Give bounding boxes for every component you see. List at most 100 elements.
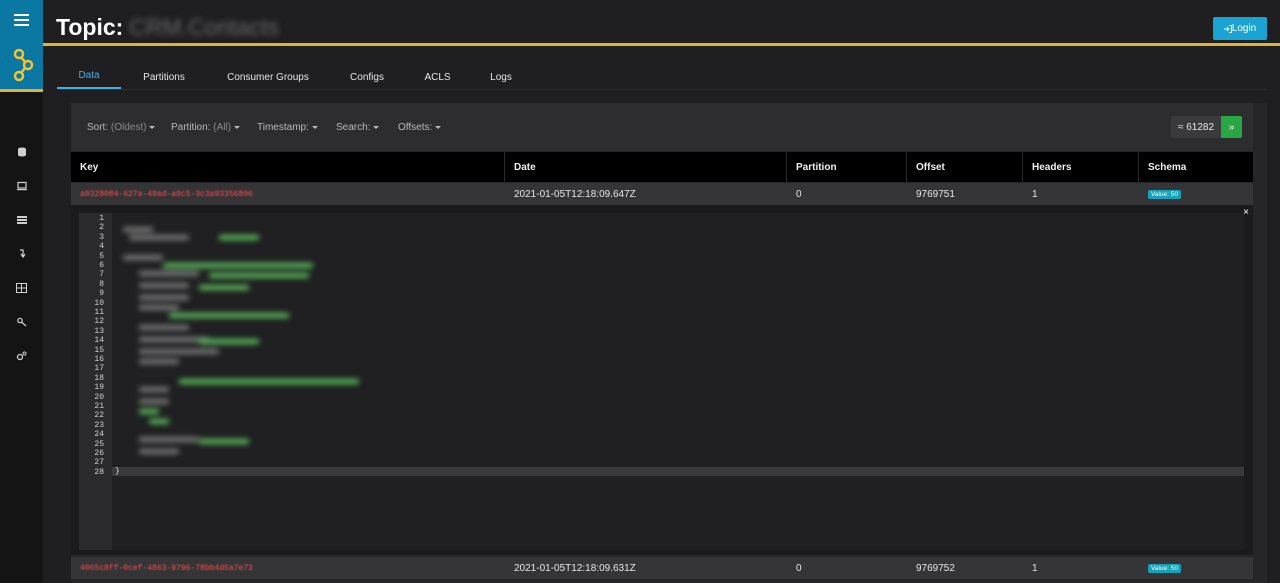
line-number: 17 xyxy=(94,364,104,374)
line-number-gutter: 1 2 3 4 5 6 7 8 9 10 11 12 13 14 15 16 17 18 19 20 21 22 23 24 2… xyxy=(79,213,112,550)
sort-value: (Oldest) xyxy=(110,122,147,133)
tabs-divider xyxy=(57,89,1267,90)
code-token xyxy=(219,235,259,240)
column-header-partition[interactable]: Partition xyxy=(787,152,907,182)
code-token xyxy=(139,387,169,392)
code-token xyxy=(139,449,179,454)
table-header: Key Date Partition Offset Headers Schema xyxy=(71,152,1253,182)
column-header-offset[interactable]: Offset xyxy=(907,152,1023,182)
line-number: 22 xyxy=(94,411,104,421)
tab-consumer-groups[interactable]: Consumer Groups xyxy=(207,64,329,90)
message-count: ≈ 61282 xyxy=(1171,116,1221,138)
code-token xyxy=(139,295,189,300)
tab-acls[interactable]: ACLS xyxy=(405,64,470,90)
monitor-icon[interactable] xyxy=(0,169,43,203)
login-label: Login xyxy=(1231,23,1257,34)
timestamp-filter[interactable]: Timestamp: xyxy=(257,122,318,133)
data-panel: Sort: (Oldest) Partition: (All) Timestam… xyxy=(71,103,1267,583)
column-header-key[interactable]: Key xyxy=(71,152,505,182)
tab-logs[interactable]: Logs xyxy=(470,64,532,90)
tab-label: Configs xyxy=(350,71,384,83)
line-number: 18 xyxy=(94,373,104,383)
arrow-icon[interactable] xyxy=(0,237,43,271)
line-number: 13 xyxy=(94,326,104,336)
chevron-down-icon xyxy=(149,125,156,129)
sort-filter[interactable]: Sort: (Oldest) xyxy=(87,122,156,133)
tab-label: Partitions xyxy=(143,71,185,83)
table-row[interactable]: 4065c8ff-0cef-4863-9796-78bb4d5a7e73 202… xyxy=(71,557,1253,579)
code-token xyxy=(129,235,189,240)
line-number: 10 xyxy=(94,298,104,308)
database-icon[interactable] xyxy=(0,135,43,169)
schema-badge[interactable]: Value: 50 xyxy=(1148,189,1181,199)
line-number: 21 xyxy=(94,402,104,411)
message-partition: 0 xyxy=(796,188,802,200)
code-token xyxy=(139,305,179,310)
sort-label: Sort: xyxy=(87,122,109,133)
sidebar-header xyxy=(0,0,43,92)
partition-filter[interactable]: Partition: (All) xyxy=(171,122,241,133)
message-date: 2021-01-05T12:18:09.631Z xyxy=(514,562,636,574)
tab-partitions[interactable]: Partitions xyxy=(121,64,207,90)
search-label: Search: xyxy=(336,122,371,133)
code-token xyxy=(139,437,199,442)
code-token xyxy=(139,359,179,364)
login-button[interactable]: Login xyxy=(1213,17,1267,40)
code-editor[interactable]: 1 2 3 4 5 6 7 8 9 10 11 12 13 14 15 16 17 18 19 20 21 22 23 24 2… xyxy=(79,213,1244,550)
timestamp-label: Timestamp: xyxy=(257,122,309,133)
search-filter[interactable]: Search: xyxy=(336,122,380,133)
code-token xyxy=(139,271,199,276)
chevron-down-icon xyxy=(311,125,318,129)
line-number: 24 xyxy=(94,430,104,440)
message-key: 4065c8ff-0cef-4863-9796-78bb4d5a7e73 xyxy=(80,563,253,573)
line-number: 28 xyxy=(94,467,104,477)
offsets-filter[interactable]: Offsets: xyxy=(398,122,442,133)
app-logo-icon[interactable] xyxy=(11,48,35,82)
code-token xyxy=(139,325,189,330)
message-headers: 1 xyxy=(1032,188,1038,200)
code-token xyxy=(139,349,219,354)
code-token xyxy=(169,313,289,318)
code-token xyxy=(199,439,249,444)
code-token xyxy=(123,227,153,232)
column-header-date[interactable]: Date xyxy=(505,152,787,182)
list-icon[interactable] xyxy=(0,203,43,237)
line-number: 23 xyxy=(94,420,104,430)
line-number: 27 xyxy=(94,458,104,468)
page-title: Topic: CRM.Contacts xyxy=(56,14,279,41)
code-token xyxy=(199,339,259,344)
menu-icon[interactable] xyxy=(14,14,29,26)
line-number: 14 xyxy=(94,336,104,346)
code-token xyxy=(179,379,359,384)
login-icon xyxy=(1223,24,1232,33)
chevron-down-icon xyxy=(435,125,442,129)
message-headers: 1 xyxy=(1032,562,1038,574)
tab-data[interactable]: Data xyxy=(57,64,121,90)
message-offset: 9769751 xyxy=(916,188,955,200)
schema-badge[interactable]: Value: 50 xyxy=(1148,563,1181,573)
sidebar xyxy=(0,0,43,583)
tab-label: Data xyxy=(78,70,100,81)
close-icon[interactable]: × xyxy=(1243,207,1249,218)
column-header-schema[interactable]: Schema xyxy=(1139,152,1253,182)
line-number: 3 xyxy=(99,232,104,242)
chevron-down-icon xyxy=(234,125,241,129)
line-number: 19 xyxy=(94,383,104,393)
table-row[interactable]: a0328084-627a-49ad-a9c5-3c3a93356806 202… xyxy=(71,183,1253,205)
column-header-headers[interactable]: Headers xyxy=(1023,152,1139,182)
key-icon[interactable] xyxy=(0,305,43,339)
line-number: 16 xyxy=(94,355,104,364)
next-page-button[interactable]: » xyxy=(1221,116,1242,138)
topic-name: CRM.Contacts xyxy=(129,14,279,40)
line-number: 12 xyxy=(94,317,104,327)
tab-label: Logs xyxy=(490,71,512,83)
line-number: 9 xyxy=(99,289,104,299)
line-number: 20 xyxy=(94,392,104,402)
grid-icon[interactable] xyxy=(0,271,43,305)
active-line xyxy=(112,467,1244,476)
settings-icon[interactable] xyxy=(0,339,43,373)
line-number: 11 xyxy=(94,308,104,317)
code-token xyxy=(209,273,309,278)
tab-configs[interactable]: Configs xyxy=(329,64,405,90)
message-key: a0328084-627a-49ad-a9c5-3c3a93356806 xyxy=(80,189,253,199)
